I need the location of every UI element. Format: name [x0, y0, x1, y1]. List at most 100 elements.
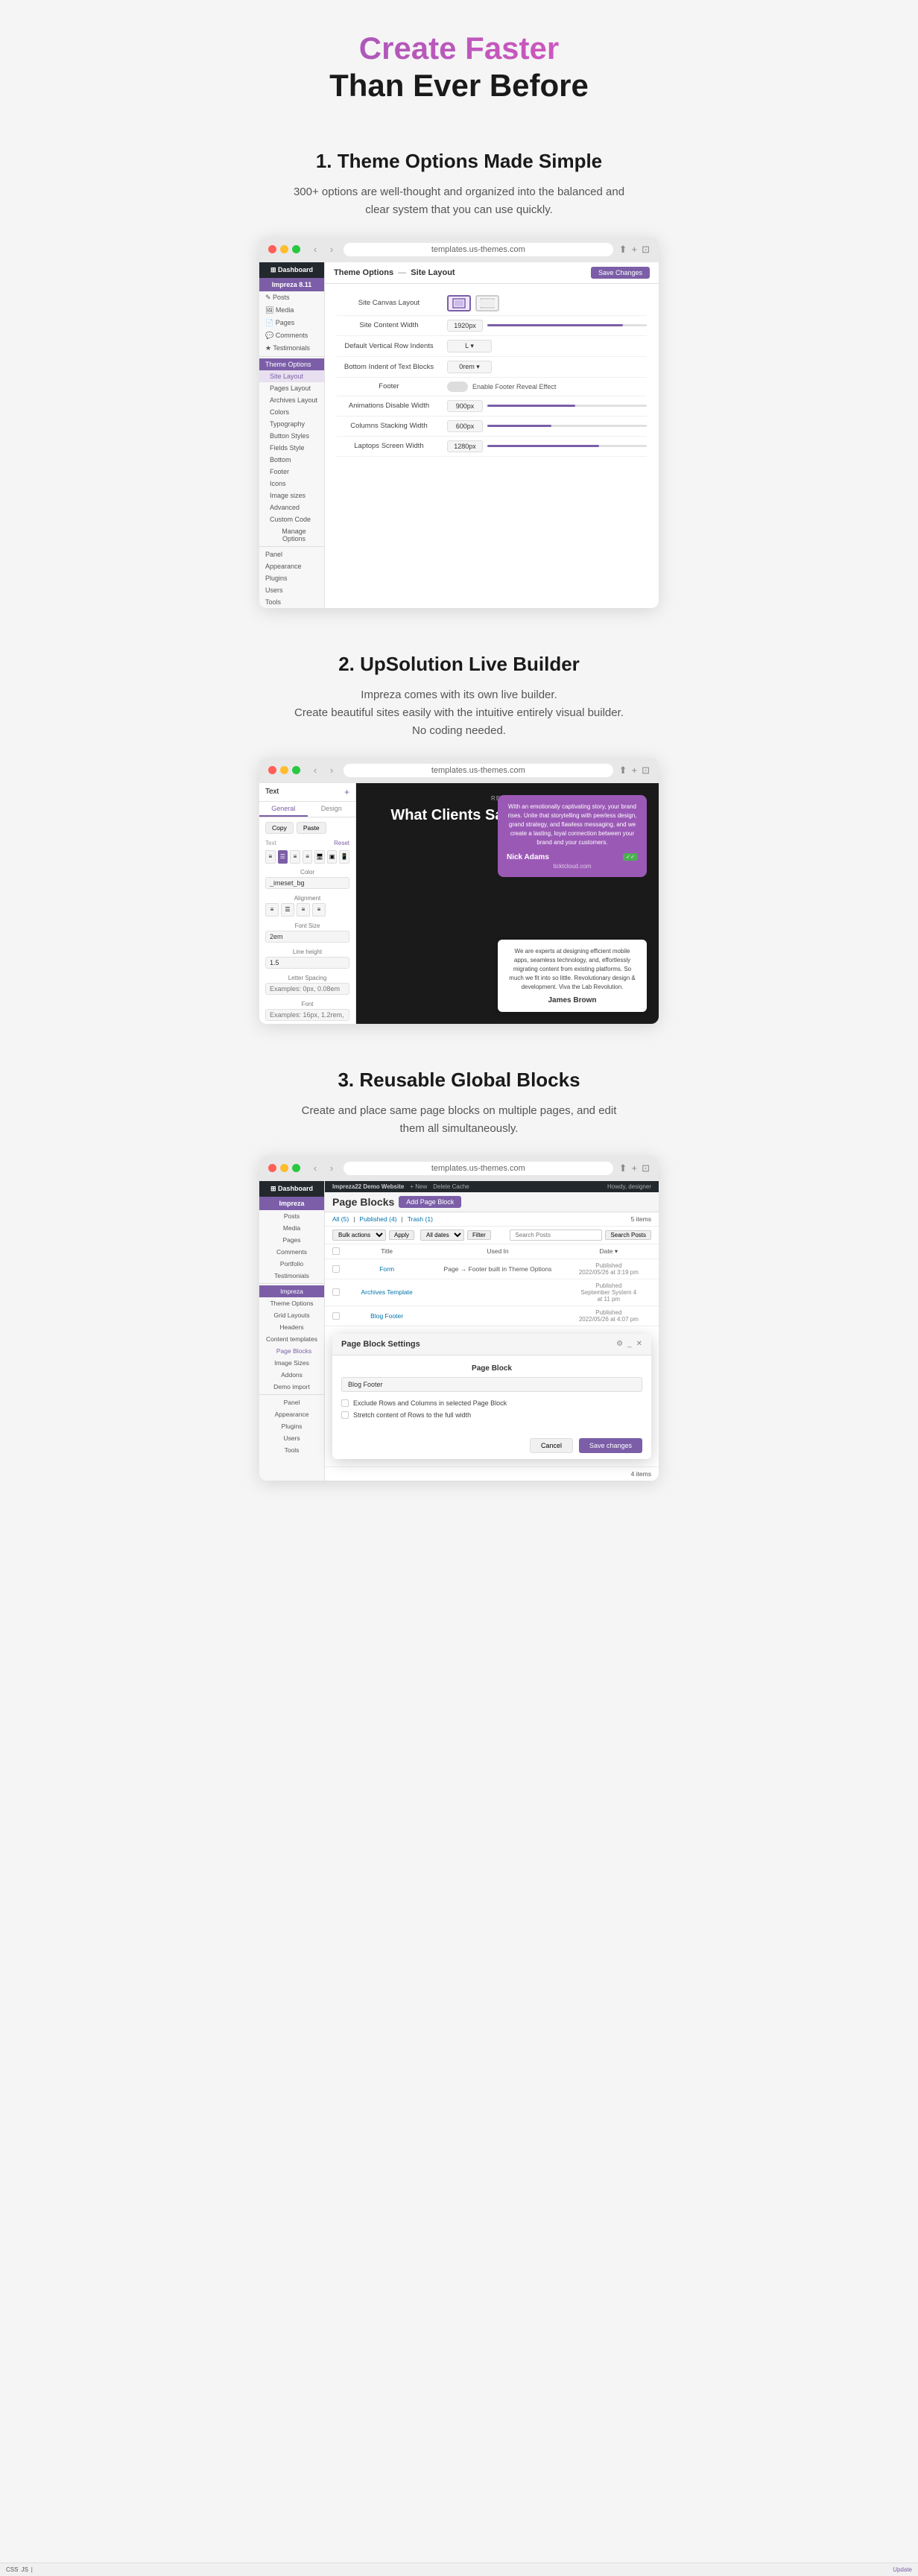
dot-red-3[interactable] [268, 1164, 276, 1172]
dot-green-3[interactable] [292, 1164, 300, 1172]
pb-sb-plugins[interactable]: Plugins [259, 1420, 324, 1432]
align-center-icon[interactable]: ☰ [278, 850, 288, 864]
pb-bulk-select[interactable]: Bulk actions [332, 1230, 386, 1241]
to-sidebar-comments[interactable]: 💬 Comments [259, 329, 324, 342]
to-sidebar-advanced[interactable]: Advanced [259, 501, 324, 513]
to-toggle-footer[interactable] [447, 382, 468, 392]
align-right-icon[interactable]: ≡ [290, 850, 300, 864]
to-sidebar-users[interactable]: Users [259, 584, 324, 596]
pb-apply-btn[interactable]: Apply [389, 1230, 414, 1240]
to-sidebar-icons[interactable]: Icons [259, 478, 324, 490]
to-val-columns-stacking[interactable]: 600px [447, 420, 483, 432]
pb-sb-portfolio[interactable]: Portfolio [259, 1258, 324, 1270]
to-sidebar-pages-layout[interactable]: Pages Layout [259, 382, 324, 394]
to-sidebar-appearance[interactable]: Appearance [259, 560, 324, 572]
pb-dates-select[interactable]: All dates [420, 1230, 464, 1241]
pb-sb-demo-import[interactable]: Demo import [259, 1381, 324, 1393]
text-justify-icon[interactable]: ≡ [312, 903, 326, 917]
dot-yellow-2[interactable] [280, 766, 288, 774]
browser-address-2[interactable]: templates.us-themes.com [344, 764, 613, 777]
pb-sb-impreza[interactable]: Impreza [259, 1285, 324, 1297]
pb-row-form-title[interactable]: Form [344, 1265, 429, 1273]
nav-back-icon[interactable]: ‹ [309, 244, 321, 256]
to-slider-content-width[interactable] [487, 324, 647, 326]
builder-add-icon[interactable]: + [344, 787, 349, 797]
builder-font-input[interactable] [265, 1009, 349, 1021]
pb-sb-page-blocks[interactable]: Page Blocks [259, 1345, 324, 1357]
to-sidebar-theme-options[interactable]: Theme Options [259, 358, 324, 370]
pb-modal-checkbox2[interactable] [341, 1411, 349, 1419]
pb-row-form-checkbox[interactable] [332, 1265, 340, 1273]
pb-modal-close-icon[interactable]: ✕ [636, 1340, 642, 1348]
size-desktop-icon[interactable]: 🖥 [314, 850, 325, 864]
pb-modal-settings-icon[interactable]: ⚙ [616, 1340, 623, 1348]
pb-sb-posts[interactable]: Posts [259, 1210, 324, 1222]
pb-sb-tools[interactable]: Tools [259, 1444, 324, 1456]
to-sidebar-footer[interactable]: Footer [259, 466, 324, 478]
nav-forward-icon[interactable]: › [326, 244, 338, 256]
to-select-bottom-indent[interactable]: 0rem ▾ [447, 361, 492, 373]
to-sidebar-colors[interactable]: Colors [259, 406, 324, 418]
layout-btn-boxed[interactable] [447, 295, 471, 311]
pb-filter-all[interactable]: All (5) [332, 1215, 349, 1223]
to-sidebar-panel[interactable]: Panel [259, 548, 324, 560]
dot-yellow-3[interactable] [280, 1164, 288, 1172]
pb-sb-testimonials[interactable]: Testimonials [259, 1270, 324, 1282]
to-select-vertical[interactable]: L ▾ [447, 340, 492, 352]
to-sidebar-image-sizes[interactable]: Image sizes [259, 490, 324, 501]
pb-sb-comments[interactable]: Comments [259, 1246, 324, 1258]
browser-address-1[interactable]: templates.us-themes.com [344, 243, 613, 256]
to-sidebar-tools[interactable]: Tools [259, 596, 324, 608]
browser-address-3[interactable]: templates.us-themes.com [344, 1162, 613, 1175]
pb-sb-headers[interactable]: Headers [259, 1321, 324, 1333]
pb-sb-appearance[interactable]: Appearance [259, 1408, 324, 1420]
dot-green-1[interactable] [292, 245, 300, 253]
to-sidebar-fields-style[interactable]: Fields Style [259, 442, 324, 454]
pb-sb-pages[interactable]: Pages [259, 1234, 324, 1246]
pb-filter-btn[interactable]: Filter [467, 1230, 491, 1240]
builder-copy-btn[interactable]: Copy [265, 822, 294, 834]
dot-yellow-1[interactable] [280, 245, 288, 253]
pb-search-btn[interactable]: Search Posts [605, 1230, 651, 1240]
builder-color-input[interactable] [265, 877, 349, 889]
pb-row-archives-title[interactable]: Archives Template [344, 1288, 429, 1296]
to-val-laptops[interactable]: 1280px [447, 440, 483, 452]
pb-add-btn[interactable]: Add Page Block [399, 1196, 461, 1208]
to-slider-columns-stacking[interactable] [487, 425, 647, 427]
pb-filter-published[interactable]: Published (4) [359, 1215, 396, 1223]
dot-red-2[interactable] [268, 766, 276, 774]
to-sidebar-posts[interactable]: ✎ Posts [259, 291, 324, 304]
pb-select-all-checkbox[interactable] [332, 1247, 340, 1255]
to-val-content-width[interactable]: 1920px [447, 320, 483, 332]
pb-sb-content-templates[interactable]: Content templates [259, 1333, 324, 1345]
pb-sb-theme-options[interactable]: Theme Options [259, 1297, 324, 1309]
to-sidebar-pages[interactable]: 📄 Pages [259, 317, 324, 329]
pb-search-input[interactable] [510, 1230, 602, 1241]
to-save-btn[interactable]: Save Changes [591, 267, 650, 279]
to-val-animations[interactable]: 900px [447, 400, 483, 412]
to-sidebar-testimonials[interactable]: ★ Testimonials [259, 342, 324, 355]
to-sidebar-site-layout[interactable]: Site Layout [259, 370, 324, 382]
pb-sb-users[interactable]: Users [259, 1432, 324, 1444]
pb-sb-panel[interactable]: Panel [259, 1396, 324, 1408]
nav-forward-icon-3[interactable]: › [326, 1162, 338, 1174]
nav-back-icon-3[interactable]: ‹ [309, 1162, 321, 1174]
size-tablet-icon[interactable]: ▣ [327, 850, 338, 864]
to-slider-laptops[interactable] [487, 445, 647, 447]
pb-filter-trash[interactable]: Trash (1) [408, 1215, 433, 1223]
pb-sb-grid-layouts[interactable]: Grid Layouts [259, 1309, 324, 1321]
pb-row-archives-checkbox[interactable] [332, 1288, 340, 1296]
builder-line-height-input[interactable] [265, 957, 349, 969]
pb-admin-delete-cache[interactable]: Delete Cache [433, 1183, 469, 1190]
nav-forward-icon-2[interactable]: › [326, 765, 338, 776]
pb-modal-page-block-input[interactable] [341, 1377, 642, 1392]
builder-tab-general[interactable]: General [259, 802, 308, 817]
text-left-icon[interactable]: ≡ [265, 903, 279, 917]
pb-modal-cancel-btn[interactable]: Cancel [530, 1438, 573, 1453]
pb-modal-checkbox1[interactable] [341, 1399, 349, 1407]
pb-admin-new[interactable]: + New [410, 1183, 427, 1190]
align-justify-icon[interactable]: ≡ [303, 850, 313, 864]
dot-green-2[interactable] [292, 766, 300, 774]
pb-row-blog-checkbox[interactable] [332, 1312, 340, 1320]
to-slider-animations[interactable] [487, 405, 647, 407]
